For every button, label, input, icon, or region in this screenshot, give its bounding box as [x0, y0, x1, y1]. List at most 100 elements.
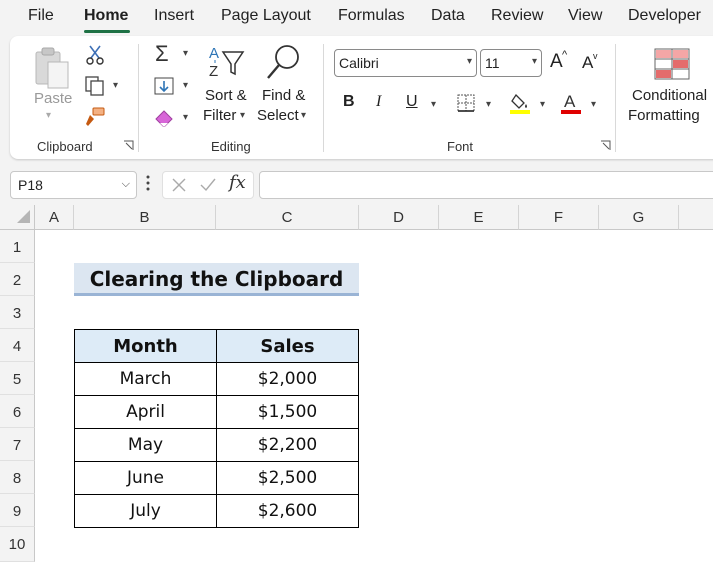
month-cell[interactable]: May: [74, 428, 217, 462]
italic-button[interactable]: I: [376, 93, 381, 111]
underline-button[interactable]: U: [406, 93, 418, 111]
sort-filter-label-line2[interactable]: Filter: [203, 107, 236, 124]
name-box[interactable]: P18 ⌵: [10, 171, 137, 199]
name-box-dropdown-icon[interactable]: ⌵: [122, 178, 130, 191]
cancel-icon[interactable]: [171, 177, 187, 193]
bold-button[interactable]: B: [343, 93, 355, 111]
font-color-glyph: A: [564, 92, 576, 111]
conditional-formatting-label-line1[interactable]: Conditional: [632, 87, 707, 104]
month-cell[interactable]: July: [74, 494, 217, 528]
tab-view[interactable]: View: [568, 7, 602, 25]
month-cell[interactable]: June: [74, 461, 217, 495]
fill-dropdown-icon[interactable]: ▾: [183, 80, 188, 91]
clear-dropdown-icon[interactable]: ▾: [183, 112, 188, 123]
header-month[interactable]: Month: [74, 329, 217, 363]
autosum-dropdown-icon[interactable]: ▾: [183, 48, 188, 59]
font-color-button[interactable]: A: [561, 91, 583, 115]
tab-review[interactable]: Review: [491, 7, 543, 25]
sales-cell[interactable]: $2,600: [216, 494, 359, 528]
find-select-label-line1[interactable]: Find &: [262, 87, 305, 104]
sales-cell[interactable]: $2,000: [216, 362, 359, 396]
clipboard-launcher-icon[interactable]: [123, 140, 134, 151]
sales-cell[interactable]: $2,500: [216, 461, 359, 495]
copy-dropdown-icon[interactable]: ▾: [113, 80, 118, 91]
copy-icon[interactable]: [82, 75, 108, 97]
find-select-label-line2[interactable]: Select: [257, 107, 299, 124]
editing-group-label: Editing: [211, 139, 251, 154]
row-header-5[interactable]: 5: [0, 362, 35, 395]
column-header-h[interactable]: [679, 205, 713, 230]
autosum-icon[interactable]: Σ: [155, 41, 169, 67]
sort-filter-label-line1[interactable]: Sort &: [205, 87, 247, 104]
shrink-font-icon[interactable]: A: [582, 53, 593, 73]
font-launcher-icon[interactable]: [600, 140, 611, 151]
row-header-8[interactable]: 8: [0, 461, 35, 494]
font-group-label: Font: [447, 139, 474, 154]
more-options-icon[interactable]: [146, 175, 150, 191]
table-row: June $2,500: [74, 461, 359, 495]
row-header-3[interactable]: 3: [0, 296, 35, 329]
row-header-10[interactable]: 10: [0, 527, 35, 562]
fill-color-dropdown-icon[interactable]: ▾: [540, 99, 545, 110]
paste-dropdown-icon[interactable]: ▾: [46, 110, 51, 121]
tab-formulas[interactable]: Formulas: [338, 7, 405, 25]
header-sales[interactable]: Sales: [216, 329, 359, 363]
column-header-f[interactable]: F: [519, 205, 599, 230]
font-size-select[interactable]: 11 ▾: [480, 49, 542, 77]
clear-eraser-icon[interactable]: [153, 107, 175, 127]
column-header-g[interactable]: G: [599, 205, 679, 230]
font-name-dropdown-icon[interactable]: ▾: [467, 56, 472, 67]
conditional-formatting-label-line2[interactable]: Formatting: [628, 107, 700, 124]
grow-font-arrow-icon: ^: [562, 49, 568, 61]
column-header-c[interactable]: C: [216, 205, 359, 230]
find-select-icon[interactable]: [262, 42, 304, 86]
table-row: July $2,600: [74, 494, 359, 528]
row-header-9[interactable]: 9: [0, 494, 35, 527]
sales-cell[interactable]: $1,500: [216, 395, 359, 429]
row-header-2[interactable]: 2: [0, 263, 35, 296]
grow-font-icon[interactable]: A: [550, 51, 563, 73]
tab-insert[interactable]: Insert: [154, 7, 194, 25]
row-header-7[interactable]: 7: [0, 428, 35, 461]
tab-file[interactable]: File: [28, 7, 54, 25]
row-header-1[interactable]: 1: [0, 230, 35, 263]
sort-filter-dropdown-icon[interactable]: ▾: [240, 110, 245, 121]
cut-icon[interactable]: [84, 44, 106, 66]
sheet-title-cell[interactable]: Clearing the Clipboard: [74, 263, 359, 296]
conditional-formatting-icon[interactable]: [654, 48, 690, 80]
active-tab-indicator: [84, 30, 130, 33]
font-size-dropdown-icon[interactable]: ▾: [532, 56, 537, 67]
column-header-d[interactable]: D: [359, 205, 439, 230]
formula-input[interactable]: [259, 171, 713, 199]
column-header-a[interactable]: A: [35, 205, 74, 230]
font-size-value: 11: [485, 55, 500, 71]
svg-text:A: A: [209, 45, 219, 62]
row-header-6[interactable]: 6: [0, 395, 35, 428]
sales-cell[interactable]: $2,200: [216, 428, 359, 462]
borders-dropdown-icon[interactable]: ▾: [486, 99, 491, 110]
borders-icon[interactable]: [456, 93, 476, 113]
fill-icon[interactable]: [153, 76, 175, 96]
paste-label[interactable]: Paste: [34, 90, 72, 107]
sort-filter-icon[interactable]: A Z: [205, 42, 247, 86]
paste-icon[interactable]: [32, 44, 72, 90]
font-name-select[interactable]: Calibri ▾: [334, 49, 477, 77]
column-header-b[interactable]: B: [74, 205, 216, 230]
fill-color-icon[interactable]: [510, 91, 532, 115]
format-painter-icon[interactable]: [84, 106, 106, 128]
tab-page-layout[interactable]: Page Layout: [221, 7, 311, 25]
find-select-dropdown-icon[interactable]: ▾: [301, 110, 306, 121]
tab-home[interactable]: Home: [84, 7, 128, 25]
column-header-e[interactable]: E: [439, 205, 519, 230]
month-cell[interactable]: April: [74, 395, 217, 429]
underline-dropdown-icon[interactable]: ▾: [431, 99, 436, 110]
month-cell[interactable]: March: [74, 362, 217, 396]
tab-developer[interactable]: Developer: [628, 7, 701, 25]
row-header-4[interactable]: 4: [0, 329, 35, 362]
menu-bar: File Home Insert Page Layout Formulas Da…: [0, 0, 713, 35]
insert-function-button[interactable]: fx: [229, 172, 246, 193]
clipboard-group-label: Clipboard: [37, 139, 93, 154]
enter-checkmark-icon[interactable]: [199, 177, 217, 193]
font-color-dropdown-icon[interactable]: ▾: [591, 99, 596, 110]
tab-data[interactable]: Data: [431, 7, 465, 25]
